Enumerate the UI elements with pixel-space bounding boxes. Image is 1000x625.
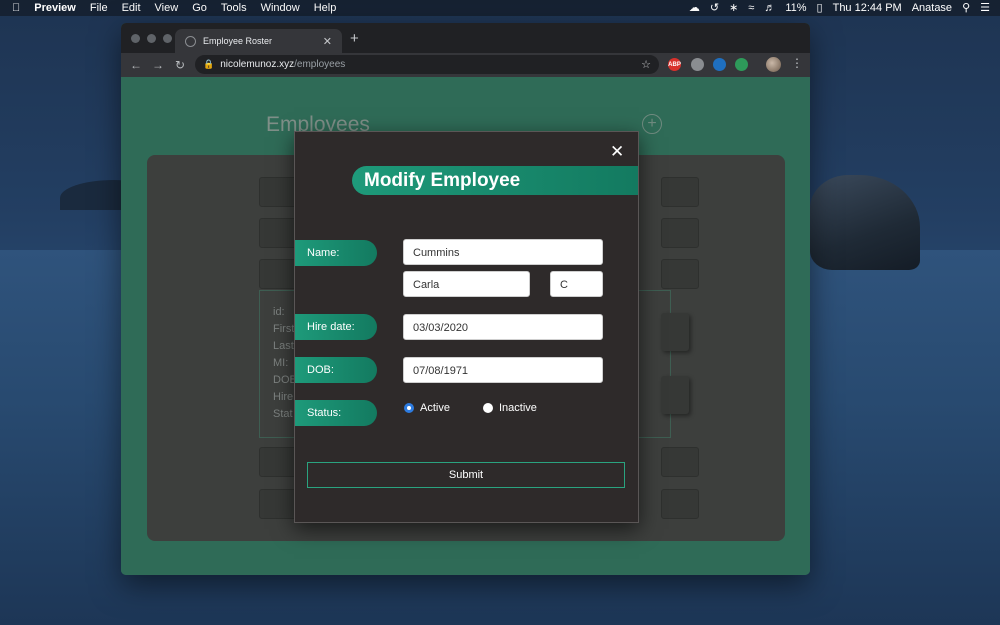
reload-icon[interactable]: ↻ [169,58,191,72]
hire-date-field[interactable]: 03/03/2020 [403,314,603,340]
dob-label: DOB: [295,357,377,383]
last-name-field[interactable]: Cummins [403,239,603,265]
list-item[interactable] [259,447,298,477]
globe-icon [185,35,196,47]
detail-label-status: Stat [273,408,293,420]
close-window-button[interactable] [131,34,140,43]
profile-avatar[interactable] [766,57,781,72]
modify-employee-modal: ✕ Modify Employee Name: Cummins Carla C … [294,131,639,523]
notification-center-icon[interactable]: ☰ [980,0,990,16]
spotlight-icon[interactable]: ⚲ [962,0,970,16]
status-radio-active[interactable]: Active [404,402,450,414]
radio-selected-icon[interactable] [404,403,414,413]
submit-button[interactable]: Submit [307,462,625,488]
drive-extension-icon[interactable] [691,58,704,71]
radio-unselected-icon[interactable] [483,403,493,413]
tab-employee-roster[interactable]: Employee Roster ✕ [175,29,342,53]
menu-window[interactable]: Window [261,2,300,14]
modal-title: Modify Employee [352,166,638,195]
forward-icon[interactable]: → [147,58,169,72]
react-devtools-icon[interactable] [713,58,726,71]
status-inactive-label: Inactive [499,402,537,414]
battery-percent[interactable]: 11% [785,2,806,14]
list-item[interactable] [661,447,699,477]
bluetooth-icon[interactable]: ∗ [729,0,738,16]
zoom-window-button[interactable] [163,34,172,43]
menu-go[interactable]: Go [192,2,207,14]
menu-view[interactable]: View [155,2,179,14]
dob-field[interactable]: 07/08/1971 [403,357,603,383]
adblock-extension-icon[interactable]: ABP [668,58,681,71]
menubar-user[interactable]: Anatase [912,2,952,14]
window-controls [131,34,172,43]
list-item[interactable] [661,218,699,248]
new-tab-icon[interactable]: + [350,30,359,47]
lock-icon: 🔒 [203,59,215,69]
detail-label-id: id: [273,306,285,318]
menu-edit[interactable]: Edit [122,2,141,14]
menubar:  Preview File Edit View Go Tools Window… [0,0,1000,16]
name-label: Name: [295,240,377,266]
list-item[interactable] [259,218,298,248]
time-machine-icon[interactable]: ↺ [710,0,719,16]
list-item[interactable] [259,177,298,207]
close-icon[interactable]: ✕ [610,142,624,162]
browser-toolbar: ← → ↻ 🔒 nicolemunoz.xyz /employees ☆ ABP… [121,53,810,77]
status-radio-inactive[interactable]: Inactive [483,402,537,414]
url-path: /employees [294,59,346,70]
back-icon[interactable]: ← [125,58,147,72]
battery-icon[interactable]: ▯ [817,0,823,16]
url-host: nicolemunoz.xyz [220,59,295,70]
close-tab-icon[interactable]: ✕ [323,35,332,48]
status-active-label: Active [420,402,450,414]
desktop-rock [810,175,920,270]
tab-title: Employee Roster [203,36,273,46]
delete-employee-button[interactable] [661,376,689,414]
bookmark-star-icon[interactable]: ☆ [641,58,651,71]
detail-label-hire: Hire [273,391,294,403]
menubar-clock[interactable]: Thu 12:44 PM [833,2,902,14]
address-bar[interactable]: 🔒 nicolemunoz.xyz /employees ☆ [195,55,659,74]
wifi-icon[interactable]: ≈ [748,0,754,16]
hire-date-label: Hire date: [295,314,377,340]
list-item[interactable] [259,489,298,519]
add-employee-icon[interactable]: + [642,114,662,134]
detail-label-first: First [273,323,295,335]
menubar-app-name[interactable]: Preview [34,2,76,14]
middle-initial-field[interactable]: C [550,271,603,297]
list-item[interactable] [661,489,699,519]
minimize-window-button[interactable] [147,34,156,43]
menu-file[interactable]: File [90,2,108,14]
list-item[interactable] [661,177,699,207]
menu-help[interactable]: Help [314,2,337,14]
detail-label-last: Last [273,340,294,352]
browser-menu-icon[interactable]: ⋮ [791,56,803,70]
edit-employee-button[interactable] [661,313,689,351]
tab-bar: Employee Roster ✕ + [121,23,810,53]
list-item[interactable] [259,259,298,289]
volume-icon[interactable]: ♬ [764,0,775,16]
status-label: Status: [295,400,377,426]
menu-tools[interactable]: Tools [221,2,247,14]
list-item[interactable] [661,259,699,289]
first-name-field[interactable]: Carla [403,271,530,297]
cloud-icon[interactable]: ☁ [689,0,700,16]
apple-menu-icon[interactable]:  [12,0,20,16]
detail-label-mi: MI: [273,357,289,369]
extension-icon[interactable] [735,58,748,71]
